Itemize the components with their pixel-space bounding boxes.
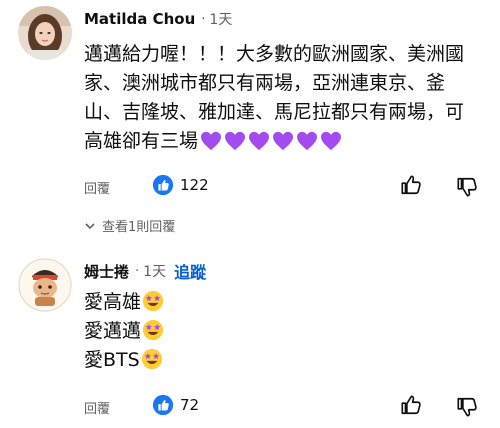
purple-heart-icon <box>297 131 318 151</box>
view-replies-button[interactable]: 查看1則回覆 <box>84 216 175 235</box>
comments-page: Matilda Chou · 1天 邁邁給力喔！！！大多數的歐洲國家、美洲國 家… <box>0 0 500 428</box>
purple-heart-icon <box>249 131 270 151</box>
star-struck-emoji-icon <box>142 319 164 341</box>
comment-body: 愛高雄 愛邁邁 愛BTS <box>84 288 284 375</box>
thumb-down-icon[interactable] <box>456 176 478 198</box>
comment-header: 姆士捲 · 1天 追蹤 <box>84 259 206 283</box>
avatar[interactable] <box>18 6 72 60</box>
thumb-up-icon[interactable] <box>400 394 422 416</box>
star-struck-emoji-icon <box>142 290 164 312</box>
like-summary: 122 <box>152 174 209 196</box>
comment-line: 邁邁給力喔！！！大多數的歐洲國家、美洲國 <box>84 43 465 65</box>
comment-line-last: 高雄卻有三場 <box>84 127 484 156</box>
author-name[interactable]: Matilda Chou <box>84 10 195 28</box>
like-summary: 72 <box>152 394 199 416</box>
separator: · <box>135 263 140 279</box>
reply-button[interactable]: 回覆 <box>84 398 110 417</box>
blue-thumb-like-icon <box>152 394 174 416</box>
avatar[interactable] <box>18 258 72 312</box>
purple-heart-icon <box>321 131 342 151</box>
comment-line: 山、吉隆坡、雅加達、馬尼拉都只有兩場，可 <box>84 101 465 123</box>
comment-line: 愛高雄 <box>84 288 284 317</box>
comment-line-text: 愛BTS <box>84 349 140 371</box>
star-struck-emoji-icon <box>141 348 162 370</box>
purple-heart-icon <box>225 131 246 151</box>
like-count: 122 <box>180 176 209 194</box>
timestamp[interactable]: 1天 <box>143 261 166 281</box>
reply-button[interactable]: 回覆 <box>84 178 110 197</box>
thumb-down-icon[interactable] <box>456 396 478 418</box>
comment-line-text: 愛邁邁 <box>84 320 142 342</box>
comment-line: 家、澳洲城市都只有兩場，亞洲連東京、釜 <box>84 72 446 94</box>
author-name[interactable]: 姆士捲 <box>84 261 129 282</box>
purple-heart-icon <box>201 131 222 151</box>
follow-button[interactable]: 追蹤 <box>174 259 206 283</box>
purple-heart-icon <box>273 131 294 151</box>
blue-thumb-like-icon <box>152 174 174 196</box>
chevron-down-icon <box>85 222 95 229</box>
comment-actions: 回覆 72 <box>84 394 484 420</box>
purple-hearts <box>200 131 344 151</box>
thumb-up-icon[interactable] <box>400 174 422 196</box>
view-replies-label: 查看1則回覆 <box>102 220 176 235</box>
comment-line-text: 愛高雄 <box>84 291 142 313</box>
comment-line: 愛邁邁 <box>84 317 284 346</box>
like-count: 72 <box>180 396 200 414</box>
separator: · <box>201 11 206 27</box>
timestamp[interactable]: 1天 <box>209 9 232 29</box>
comment-line-text: 高雄卻有三場 <box>84 130 199 152</box>
comment-header: Matilda Chou · 1天 <box>84 8 232 30</box>
comment-line: 愛BTS <box>84 346 284 375</box>
comment-body: 邁邁給力喔！！！大多數的歐洲國家、美洲國 家、澳洲城市都只有兩場，亞洲連東京、釜… <box>84 40 484 156</box>
comment-actions: 回覆 122 <box>84 174 484 200</box>
